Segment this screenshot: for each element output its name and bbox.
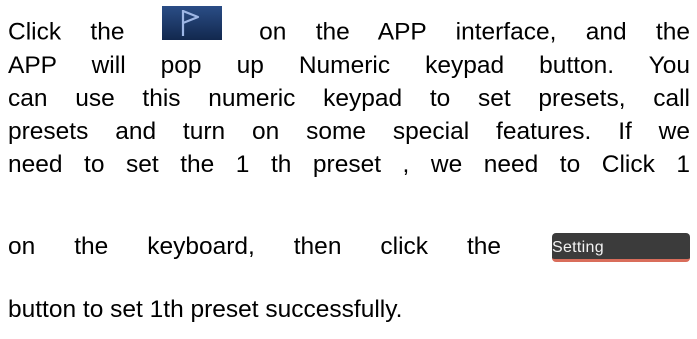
text-on-keyboard: on the keyboard, then click the: [8, 233, 502, 260]
flag-icon: [154, 6, 230, 54]
paragraph-line-7: button to set 1th preset successfully.: [8, 296, 403, 323]
paragraph-line-5: need to set the 1 th preset , we need to…: [8, 151, 690, 178]
text-on-app-interface: on the APP interface, and the: [259, 18, 690, 46]
paragraph-line-4: presets and turn on some special feature…: [8, 118, 690, 145]
document: Click the on the APP interface, and the …: [0, 0, 697, 339]
paragraph-line-1: Click the on the APP interface, and the: [8, 6, 690, 54]
paragraph-line-6: on the keyboard, then click the Setting: [8, 232, 690, 263]
text-click-the: Click the: [8, 18, 125, 46]
setting-button[interactable]: Setting: [552, 233, 690, 263]
paragraph-line-3: can use this numeric keypad to set prese…: [8, 85, 690, 112]
paragraph-line-2: APP will pop up Numeric keypad button. Y…: [8, 52, 690, 79]
